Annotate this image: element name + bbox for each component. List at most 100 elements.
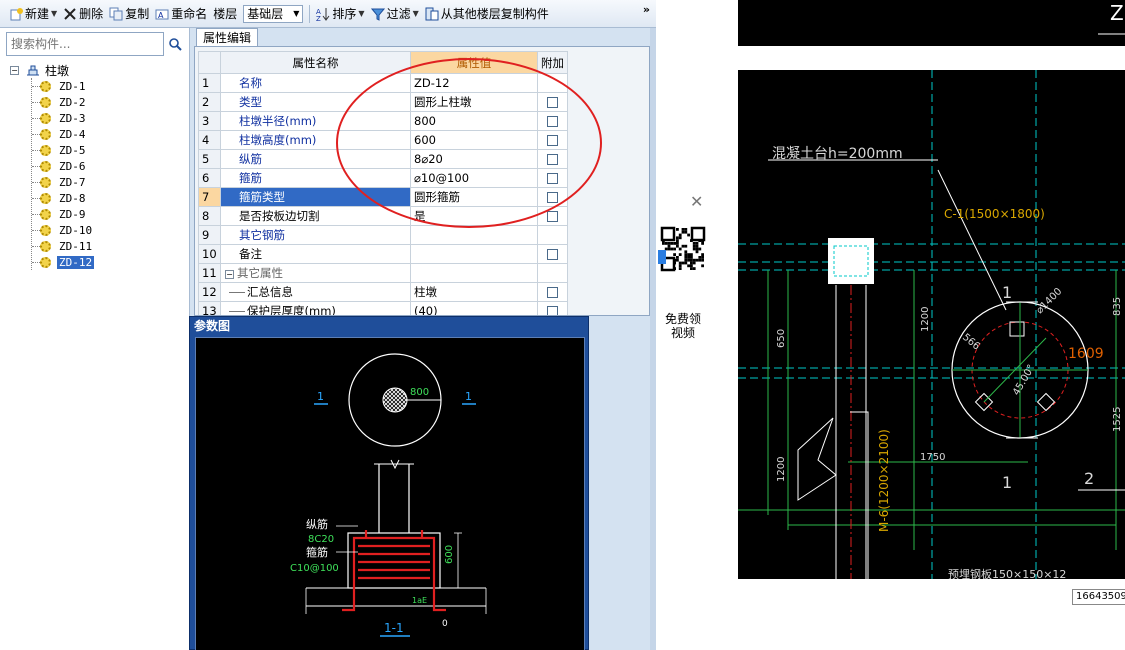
qr-module [692, 267, 696, 270]
property-row[interactable]: 6 箍筋 ⌀10@100 [198, 168, 568, 188]
tree-item[interactable]: ZD-5 [32, 142, 94, 158]
extra-checkbox[interactable] [547, 154, 558, 165]
tree-item[interactable]: ZD-2 [32, 94, 94, 110]
search-button[interactable] [164, 32, 186, 56]
window-edge [650, 28, 656, 650]
extra-cell [537, 187, 568, 207]
tree-item[interactable]: ZD-7 [32, 174, 94, 190]
qr-module [670, 247, 674, 251]
qr-module [690, 261, 693, 265]
new-button[interactable]: 新建 ▼ [6, 3, 60, 25]
property-value[interactable]: 圆形上柱墩 [410, 92, 538, 112]
extra-checkbox[interactable] [547, 306, 558, 315]
tree-item[interactable]: ZD-1 [32, 78, 94, 94]
tab-property-editor[interactable]: 属性编辑 [196, 28, 259, 47]
component-icon [40, 224, 51, 236]
section-title: 1-1 [384, 621, 404, 635]
extra-checkbox[interactable] [547, 173, 558, 184]
property-row[interactable]: 7 箍筋类型 圆形箍筋 [198, 187, 568, 207]
extra-checkbox[interactable] [547, 192, 558, 203]
property-value[interactable] [410, 244, 538, 264]
tree-item[interactable]: ZD-9 [32, 206, 94, 222]
property-value[interactable]: 600 [410, 130, 538, 150]
delete-button[interactable]: 删除 [60, 3, 106, 25]
property-value[interactable]: (40) [410, 301, 538, 315]
qr-module [676, 244, 679, 248]
tree-item[interactable]: ZD-12 [32, 254, 95, 270]
extra-checkbox[interactable] [547, 211, 558, 222]
collapse-icon[interactable]: − [225, 270, 234, 279]
extra-checkbox[interactable] [547, 135, 558, 146]
property-value[interactable]: 是 [410, 206, 538, 226]
qr-module [695, 258, 699, 262]
extra-checkbox[interactable] [547, 97, 558, 108]
copy-button[interactable]: 复制 [106, 3, 152, 25]
qr-module [670, 242, 674, 245]
cad-mark-1-bottom: 1 [1002, 473, 1012, 492]
tree-item[interactable]: ZD-4 [32, 126, 94, 142]
extra-cell [537, 130, 568, 150]
qr-module [687, 264, 690, 268]
qr-module [673, 253, 676, 256]
cad-drawing-main: 混凝土台h=200mm C-1(1500×1800) 1200 650 1200… [738, 70, 1125, 579]
cad-mark-1-top: 1 [1002, 283, 1012, 302]
property-name-text: 其它属性 [237, 266, 283, 280]
qr-module [667, 242, 671, 245]
tree-root-node[interactable]: − 柱墩 [10, 62, 94, 78]
property-value[interactable]: 800 [410, 111, 538, 131]
sort-button[interactable]: AZ 排序 ▼ [313, 3, 367, 25]
search-input[interactable] [6, 32, 164, 56]
floor-select-value: 基础层 [247, 7, 284, 21]
tree-item[interactable]: ZD-6 [32, 158, 94, 174]
property-row[interactable]: 13 保护层厚度(mm) (40) [198, 301, 568, 315]
property-row[interactable]: 5 纵筋 8⌀20 [198, 149, 568, 169]
close-icon[interactable]: ✕ [690, 192, 703, 211]
property-row[interactable]: 8 是否按板边切割 是 [198, 206, 568, 226]
floor-select[interactable]: 基础层 ▼ [243, 4, 304, 23]
chevron-down-icon: ▼ [293, 9, 300, 18]
collapse-icon[interactable]: − [10, 65, 19, 75]
tree-item[interactable]: ZD-11 [32, 238, 94, 254]
copy-from-floor-button[interactable]: 从其他楼层复制构件 [422, 3, 552, 25]
qr-module [701, 253, 704, 256]
tree-item[interactable]: ZD-3 [32, 110, 94, 126]
property-row[interactable]: 2 类型 圆形上柱墩 [198, 92, 568, 112]
property-value[interactable] [410, 225, 538, 245]
property-row[interactable]: 4 柱墩高度(mm) 600 [198, 130, 568, 150]
cad-dim-650: 650 [776, 329, 787, 348]
property-value[interactable]: 柱墩 [410, 282, 538, 302]
toolbar-overflow-button[interactable]: » [643, 3, 650, 16]
property-value[interactable]: 圆形箍筋 [410, 187, 538, 207]
qr-advert[interactable]: 免费领 视频 [658, 220, 708, 350]
property-row[interactable]: 10 备注 [198, 244, 568, 264]
extra-checkbox[interactable] [547, 116, 558, 127]
property-value[interactable]: ZD-12 [410, 73, 538, 93]
tree-item[interactable]: ZD-10 [32, 222, 94, 238]
extra-checkbox[interactable] [547, 249, 558, 260]
qr-module [667, 247, 671, 251]
property-row[interactable]: 9 其它钢筋 [198, 225, 568, 245]
column-plan-hatch [382, 387, 408, 413]
property-row[interactable]: 12 汇总信息 柱墩 [198, 282, 568, 302]
component-list-panel: − 柱墩 ZD-1ZD-2ZD-3ZD-4ZD-5ZD-6ZD-7ZD-8ZD-… [0, 28, 190, 650]
property-value[interactable]: 8⌀20 [410, 149, 538, 169]
filter-button[interactable]: 过滤 ▼ [368, 3, 422, 25]
rename-button[interactable]: A 重命名 [152, 3, 210, 25]
tree-connector [229, 311, 245, 312]
property-value[interactable] [410, 263, 538, 283]
row-number: 11 [198, 263, 221, 283]
property-row[interactable]: 3 柱墩半径(mm) 800 [198, 111, 568, 131]
property-row[interactable]: 1 名称 ZD-12 [198, 73, 568, 93]
property-value[interactable]: ⌀10@100 [410, 168, 538, 188]
cover-label: 0 [442, 619, 448, 629]
radius-label: 800 [410, 387, 429, 398]
tree-item[interactable]: ZD-8 [32, 190, 94, 206]
qr-module [695, 242, 699, 245]
column-pier-icon [27, 65, 39, 76]
qr-module [664, 247, 668, 251]
qr-module [698, 258, 702, 262]
property-name: 柱墩半径(mm) [220, 111, 411, 131]
property-row[interactable]: 11− 其它属性 [198, 263, 568, 283]
extra-checkbox[interactable] [547, 287, 558, 298]
cad-beam-label: M-6(1200×2100) [877, 429, 891, 532]
